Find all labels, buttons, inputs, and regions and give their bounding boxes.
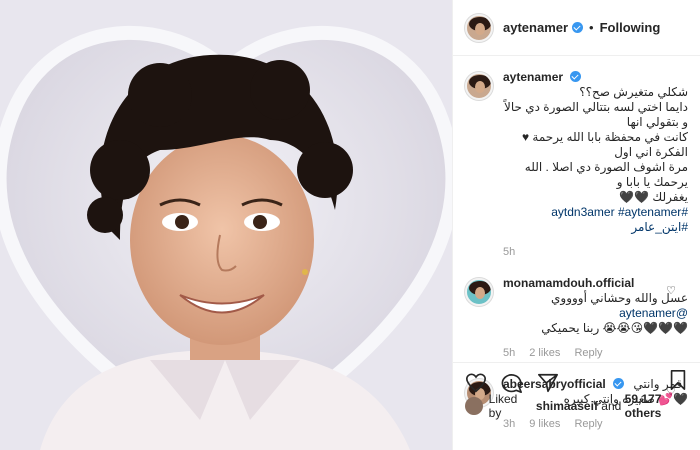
comment-line: 🖤🖤🖤😘😭😭 ربنا يحميكي <box>541 321 688 335</box>
liker-username[interactable]: shimaaseif <box>536 399 598 413</box>
comment-icon[interactable] <box>501 372 523 394</box>
caption-time[interactable]: 5h <box>503 245 515 260</box>
post-photo[interactable] <box>0 0 452 450</box>
hashtag-link[interactable]: #ايتن_عامر <box>631 220 688 234</box>
bookmark-icon[interactable] <box>667 369 689 391</box>
caption-line: مرة اشوف الصورة دي اصلا . الله يرحمك يا … <box>524 160 688 189</box>
mention-link[interactable]: @aytenamer <box>619 306 688 320</box>
comment-text: عسل والله وحشاني أووووي @aytenamer <box>503 291 688 321</box>
verified-badge-icon <box>570 71 582 82</box>
post-side-panel: aytenamer • Following aytenamer شكلي متغ… <box>452 0 700 450</box>
comment: monamamdouh.official عسل والله وحشاني أو… <box>465 276 688 361</box>
caption-hashtags: #aytdn3amer #aytenamer #ايتن_عامر <box>503 205 688 235</box>
commenter-avatar[interactable] <box>465 278 493 306</box>
caption-meta: 5h <box>503 245 688 260</box>
separator-dot: • <box>589 20 594 35</box>
hashtag-link[interactable]: #aytenamer <box>618 205 681 219</box>
likes-count[interactable]: 59,177 others <box>625 392 700 420</box>
reply-button[interactable]: Reply <box>574 346 602 361</box>
like-comment-heart-icon[interactable]: ♡ <box>666 284 676 297</box>
caption-line: كانت في محفظة بابا الله يرحمة ♥ الفكرة ا… <box>521 130 688 159</box>
photo-illustration <box>0 0 452 450</box>
caption-username[interactable]: aytenamer <box>503 70 563 84</box>
caption-avatar[interactable] <box>465 72 493 100</box>
post-header: aytenamer • Following <box>453 0 700 56</box>
liker-avatar[interactable] <box>465 397 483 415</box>
author-avatar[interactable] <box>465 13 493 42</box>
comment-likes[interactable]: 2 likes <box>529 346 560 361</box>
heart-icon[interactable] <box>465 372 487 394</box>
commenter-username[interactable]: monamamdouh.official <box>503 276 634 290</box>
caption: aytenamer شكلي متغيرش صح؟؟ دايما اختي لس… <box>465 70 688 260</box>
likes-summary: Liked by shimaaseif and 59,177 others <box>465 392 700 420</box>
likes-joiner: and <box>601 399 622 413</box>
author-username[interactable]: aytenamer <box>503 20 568 35</box>
verified-badge-icon <box>572 22 584 33</box>
caption-line: دايما اختي لسه بتتالي الصورة دي حالاً و … <box>503 100 688 129</box>
comment-meta: 5h 2 likes Reply <box>503 346 688 361</box>
share-icon[interactable] <box>537 372 559 394</box>
following-button[interactable]: Following <box>600 20 661 35</box>
comment-time[interactable]: 5h <box>503 346 515 361</box>
likes-prefix: Liked by <box>488 392 518 420</box>
caption-line: يغفرلك 🖤🖤 <box>619 190 688 204</box>
caption-line: شكلي متغيرش صح؟؟ <box>579 85 688 99</box>
